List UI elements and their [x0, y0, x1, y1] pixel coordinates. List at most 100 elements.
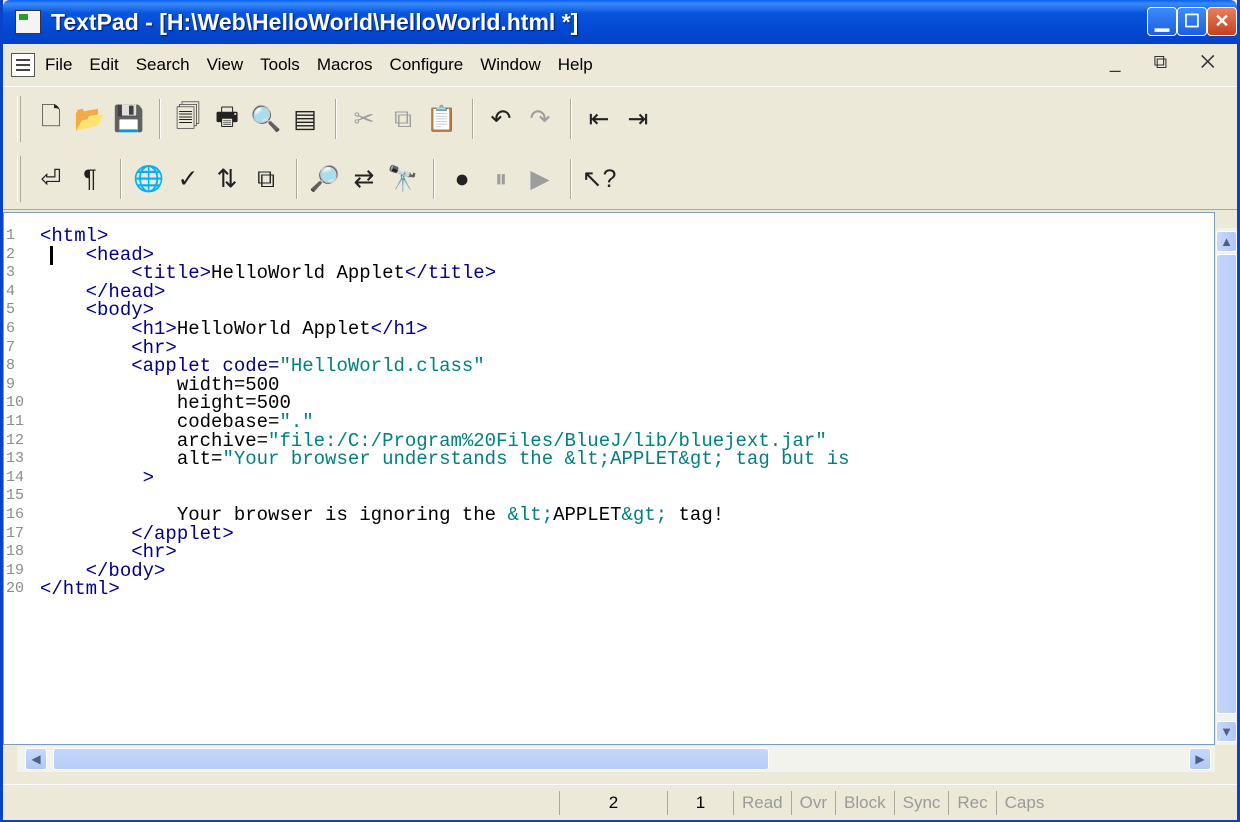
code-editor[interactable]: 1 2 3 4 5 6 7 8 9 10 11 12 13 14 15 16 17 18 19 20 <html> <…	[3, 212, 1215, 745]
menu-view[interactable]: View	[207, 55, 244, 75]
line-number: 18	[6, 543, 25, 561]
web-browser-icon[interactable]: 🌐	[131, 161, 167, 197]
code-line[interactable]: alt="Your browser understands the &lt;AP…	[40, 450, 1214, 469]
menu-search[interactable]: Search	[136, 55, 190, 75]
status-line-number: 2	[559, 790, 667, 815]
toolbar-separator	[120, 159, 122, 199]
toolbar-separator	[296, 159, 298, 199]
toolbar-separator	[335, 99, 337, 139]
status-indicator-read: Read	[733, 790, 791, 815]
line-number: 1	[6, 227, 16, 244]
spell-check-icon[interactable]: ✓	[170, 161, 206, 197]
line-number: 5	[6, 301, 16, 319]
window-title: TextPad - [H:\Web\HelloWorld\HelloWorld.…	[51, 8, 579, 35]
code-line[interactable]: </html>	[40, 580, 1214, 599]
standard-toolbar: 🗋 📂 💾 🗐 🖶 🔍 ▤ ✂ ⧉ 📋 ↶ ↷ ⇤ ⇥	[17, 90, 659, 148]
status-indicator-block: Block	[835, 790, 894, 815]
document-icon[interactable]	[11, 52, 35, 77]
playback-macro-icon[interactable]: ▶	[522, 161, 558, 197]
code-line[interactable]: <html>	[40, 227, 1214, 246]
menu-tools[interactable]: Tools	[260, 55, 300, 75]
code-line[interactable]: </head>	[40, 282, 1214, 302]
status-indicators: Read Ovr Block Sync Rec Caps	[733, 790, 1052, 815]
horizontal-scrollbar[interactable]: ◀ ▶	[17, 746, 1215, 772]
toolbar-separator	[570, 99, 572, 139]
word-wrap-icon[interactable]: ⏎	[33, 161, 69, 197]
toolbar-grip[interactable]	[17, 96, 21, 142]
print-icon[interactable]: 🖶	[209, 101, 245, 137]
textpad-app-icon[interactable]	[15, 10, 41, 34]
horizontal-scroll-thumb[interactable]	[53, 748, 769, 770]
line-number: 8	[6, 357, 16, 375]
open-file-icon[interactable]: 📂	[72, 101, 108, 137]
line-number: 20	[6, 580, 25, 598]
line-number: 14	[6, 468, 25, 486]
toolbar-separator	[570, 159, 572, 199]
line-number: 12	[6, 431, 25, 449]
minimize-button[interactable]: ▁	[1147, 7, 1177, 36]
tools-toolbar: ⏎ ¶ 🌐 ✓ ⇅ ⧉ 🔎 ⇄ 🔭 ● ⏸ ▶ ↖?	[17, 150, 620, 208]
document-properties-icon[interactable]: ▤	[287, 101, 323, 137]
code-line[interactable]: >	[40, 468, 1214, 488]
find-icon[interactable]: 🔎	[307, 161, 343, 197]
mdi-window-controls[interactable]: _ ⧉ ✕	[1110, 52, 1229, 74]
paste-icon[interactable]: 📋	[424, 101, 460, 137]
decrease-indent-icon[interactable]: ⇤	[581, 101, 617, 137]
help-pointer-icon[interactable]: ↖?	[581, 161, 617, 197]
undo-icon[interactable]: ↶	[483, 101, 519, 137]
maximize-button[interactable]: ☐	[1177, 7, 1207, 36]
menu-bar: File Edit Search View Tools Macros Confi…	[3, 44, 1237, 85]
menu-macros[interactable]: Macros	[317, 55, 373, 75]
status-bar: 2 1 Read Ovr Block Sync Rec Caps	[3, 784, 1237, 820]
status-indicator-ovr: Ovr	[790, 790, 835, 815]
compare-files-icon[interactable]: ⧉	[248, 161, 284, 197]
line-number: 17	[6, 524, 25, 542]
menu-help[interactable]: Help	[558, 55, 593, 75]
close-button[interactable]: ✕	[1207, 7, 1237, 36]
line-number: 7	[6, 338, 16, 356]
menu-file[interactable]: File	[45, 55, 72, 75]
pause-macro-icon[interactable]: ⏸	[483, 161, 519, 197]
scroll-up-button[interactable]: ▲	[1216, 231, 1237, 252]
vertical-scroll-thumb[interactable]	[1216, 254, 1237, 714]
line-number: 10	[6, 394, 25, 412]
copy-icon[interactable]: ⧉	[385, 101, 421, 137]
save-file-icon[interactable]: 💾	[111, 101, 147, 137]
menu-configure[interactable]: Configure	[390, 55, 464, 75]
code-line[interactable]: </body>	[40, 561, 1214, 581]
text-caret	[50, 246, 53, 265]
line-number: 11	[6, 412, 25, 430]
scroll-left-button[interactable]: ◀	[25, 748, 47, 770]
vertical-scrollbar[interactable]: ▲ ▼	[1216, 228, 1237, 745]
textpad-window: TextPad - [H:\Web\HelloWorld\HelloWorld.…	[0, 0, 1240, 822]
find-replace-icon[interactable]: ⇄	[346, 161, 382, 197]
find-in-files-icon[interactable]: 🔭	[385, 161, 421, 197]
menu-edit[interactable]: Edit	[89, 55, 118, 75]
manage-files-icon[interactable]: 🗐	[170, 101, 206, 137]
code-line[interactable]: </applet>	[40, 524, 1214, 544]
line-number: 2	[6, 245, 16, 263]
code-line[interactable]: <hr>	[40, 543, 1214, 562]
code-line[interactable]: <h1>HelloWorld Applet</h1>	[40, 319, 1214, 339]
increase-indent-icon[interactable]: ⇥	[620, 101, 656, 137]
line-number: 16	[6, 505, 25, 523]
print-preview-icon[interactable]: 🔍	[248, 101, 284, 137]
code-area[interactable]: <html> <head> <title>HelloWorld Applet</…	[40, 227, 1214, 599]
cut-icon[interactable]: ✂	[346, 101, 382, 137]
menu-window[interactable]: Window	[480, 55, 540, 75]
line-number: 3	[6, 264, 16, 282]
record-macro-icon[interactable]: ●	[444, 161, 480, 197]
redo-icon[interactable]: ↷	[522, 101, 558, 137]
line-number: 4	[6, 282, 16, 300]
visible-spaces-icon[interactable]: ¶	[72, 161, 108, 197]
code-line[interactable]: <title>HelloWorld Applet</title>	[40, 264, 1214, 283]
toolbar-grip[interactable]	[17, 156, 21, 202]
title-bar[interactable]: TextPad - [H:\Web\HelloWorld\HelloWorld.…	[3, 0, 1237, 44]
toolbar-area: 🗋 📂 💾 🗐 🖶 🔍 ▤ ✂ ⧉ 📋 ↶ ↷ ⇤ ⇥ ⏎ ¶ 🌐 ✓ ⇅ ⧉ 🔎 ⇄ 🔭 ● ⏸ ▶ ↖?	[3, 86, 1237, 210]
scroll-down-button[interactable]: ▼	[1216, 721, 1237, 742]
scroll-right-button[interactable]: ▶	[1189, 748, 1211, 770]
line-number: 19	[6, 561, 25, 579]
sort-icon[interactable]: ⇅	[209, 161, 245, 197]
line-number-gutter: 1 2 3 4 5 6 7 8 9 10 11 12 13 14 15 16 17 18 19 20	[4, 227, 34, 599]
new-file-icon[interactable]: 🗋	[33, 101, 69, 137]
